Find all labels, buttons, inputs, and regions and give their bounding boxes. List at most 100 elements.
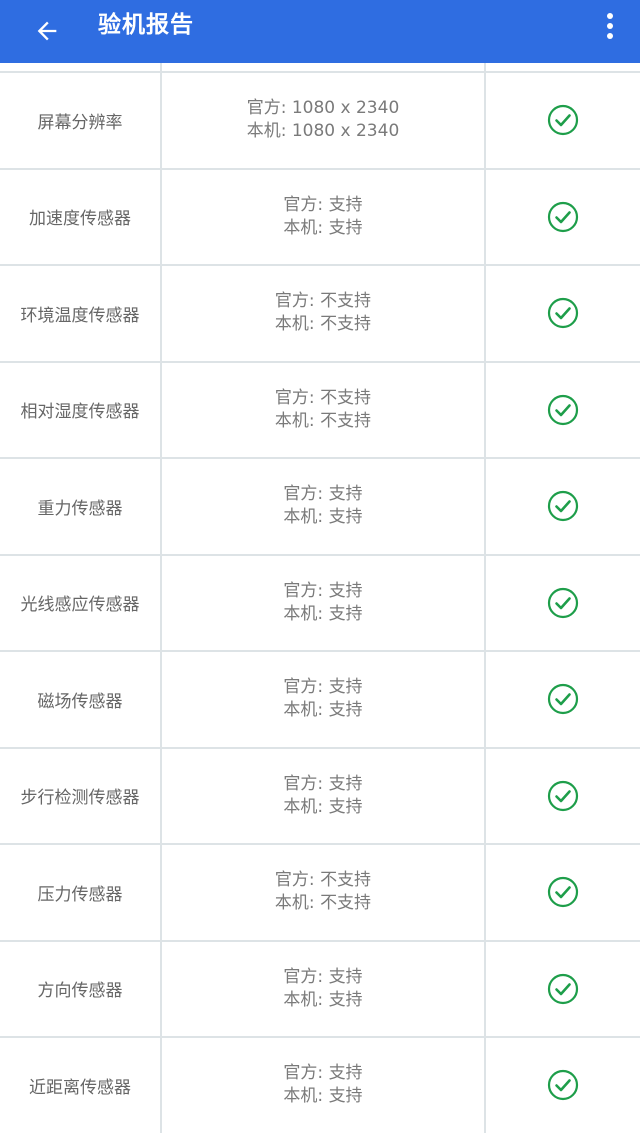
check-circle-icon: [547, 684, 579, 715]
official-label: 官方: [283, 194, 318, 215]
device-label: 本机: [283, 507, 318, 528]
separator: :: [280, 121, 292, 142]
app-bar: 验机报告: [0, 0, 640, 63]
official-label: 官方: [283, 1063, 318, 1084]
spec-values: 官方: 不支持 本机: 不支持: [162, 845, 486, 940]
table-row: 重力传感器 官方: 支持 本机: 支持: [0, 459, 640, 556]
official-value-line: 官方: 支持: [283, 966, 362, 989]
check-circle-icon: [547, 780, 579, 811]
status-cell: [486, 845, 640, 940]
spec-values: 官方: 不支持 本机: 不支持: [162, 362, 486, 457]
spec-values: 官方: 支持 本机: 支持: [162, 748, 486, 843]
device-label: 本机: [246, 121, 281, 142]
device-value-line: 本机: 1080 x 2340: [247, 120, 400, 143]
device-value-line: 本机: 支持: [283, 603, 362, 626]
back-button[interactable]: [22, 6, 72, 56]
table-row: 光线感应传感器 官方: 支持 本机: 支持: [0, 555, 640, 652]
official-label: 官方: [283, 484, 318, 505]
official-value-line: 官方: 1080 x 2340: [247, 97, 400, 120]
sensor-name: 环境温度传感器: [0, 266, 162, 361]
separator: :: [317, 580, 329, 601]
separator: :: [317, 796, 329, 817]
status-cell: [486, 1038, 640, 1133]
official-label: 官方: [274, 387, 309, 408]
spec-values: 官方: 支持 本机: 支持: [162, 555, 486, 650]
sensor-name: 加速度传感器: [0, 169, 162, 264]
device-label: 本机: [283, 989, 318, 1010]
official-value: 支持: [328, 580, 363, 601]
table-row: 步行检测传感器 官方: 支持 本机: 支持: [0, 748, 640, 845]
official-value-line: 官方: 支持: [283, 580, 362, 603]
status-cell: [486, 459, 640, 554]
status-cell: [486, 942, 640, 1037]
device-label: 本机: [283, 796, 318, 817]
official-value-line: 官方: 支持: [283, 773, 362, 796]
separator: :: [317, 773, 329, 794]
official-label: 官方: [283, 580, 318, 601]
separator: :: [308, 291, 321, 312]
device-value: 支持: [328, 989, 363, 1010]
spec-values: 官方: 不支持 本机: 不支持: [162, 266, 486, 361]
separator: :: [317, 603, 329, 624]
check-circle-icon: [547, 105, 579, 136]
sensor-name: 近距离传感器: [0, 1038, 162, 1133]
more-options-button[interactable]: [590, 6, 630, 46]
spec-values: 官方: 支持 本机: 支持: [162, 941, 486, 1036]
separator: :: [280, 98, 292, 119]
sensor-name: 磁场传感器: [0, 652, 162, 747]
device-label: 本机: [283, 217, 318, 238]
report-table[interactable]: 屏幕分辨率 官方: 1080 x 2340 本机: 1080 x 2340 加速度传感…: [0, 63, 640, 1133]
sensor-name: 步行检测传感器: [0, 748, 162, 843]
table-row: 环境温度传感器 官方: 不支持 本机: 不支持: [0, 266, 640, 363]
check-circle-icon: [547, 973, 579, 1004]
official-value: 支持: [328, 677, 363, 698]
spec-values: 官方: 支持 本机: 支持: [162, 459, 486, 554]
separator: :: [317, 989, 329, 1010]
official-value: 不支持: [320, 387, 372, 408]
separator: :: [317, 507, 329, 528]
check-circle-icon: [547, 394, 579, 425]
device-label: 本机: [274, 410, 309, 431]
check-circle-icon: [547, 587, 579, 618]
device-value-line: 本机: 不支持: [275, 410, 371, 433]
official-label: 官方: [283, 966, 318, 987]
device-value: 支持: [328, 217, 363, 238]
spec-values: 官方: 1080 x 2340 本机: 1080 x 2340: [162, 73, 486, 168]
official-value-line: 官方: 支持: [283, 483, 362, 506]
device-value: 不支持: [320, 893, 372, 914]
device-value: 1080 x 2340: [291, 121, 400, 142]
device-label: 本机: [283, 1086, 318, 1107]
status-cell: [486, 363, 640, 458]
device-value: 支持: [328, 700, 363, 721]
official-value-line: 官方: 支持: [283, 1062, 362, 1085]
table-rows: 屏幕分辨率 官方: 1080 x 2340 本机: 1080 x 2340 加速度传感…: [0, 73, 640, 1133]
table-row: 方向传感器 官方: 支持 本机: 支持: [0, 941, 640, 1038]
official-label: 官方: [274, 291, 309, 312]
status-cell: [486, 556, 640, 651]
device-label: 本机: [274, 893, 309, 914]
separator: :: [308, 893, 321, 914]
page-title: 验机报告: [98, 12, 194, 38]
official-value-line: 官方: 不支持: [275, 387, 371, 410]
official-value: 支持: [328, 966, 363, 987]
check-circle-icon: [547, 491, 579, 522]
sensor-name: 光线感应传感器: [0, 555, 162, 650]
spec-values: 官方: 支持 本机: 支持: [162, 652, 486, 747]
device-value: 不支持: [320, 314, 372, 335]
table-row: 近距离传感器 官方: 支持 本机: 支持: [0, 1038, 640, 1133]
device-value-line: 本机: 支持: [283, 217, 362, 240]
sensor-name: 相对湿度传感器: [0, 362, 162, 457]
status-cell: [486, 170, 640, 265]
official-label: 官方: [246, 98, 281, 119]
check-circle-icon: [547, 298, 579, 329]
separator: :: [308, 870, 321, 891]
official-value-line: 官方: 不支持: [275, 869, 371, 892]
status-cell: [486, 73, 640, 168]
device-value: 不支持: [320, 410, 372, 431]
separator: :: [317, 484, 329, 505]
device-label: 本机: [283, 603, 318, 624]
separator: :: [308, 314, 321, 335]
table-row: 加速度传感器 官方: 支持 本机: 支持: [0, 169, 640, 266]
device-label: 本机: [283, 700, 318, 721]
status-cell: [486, 749, 640, 844]
